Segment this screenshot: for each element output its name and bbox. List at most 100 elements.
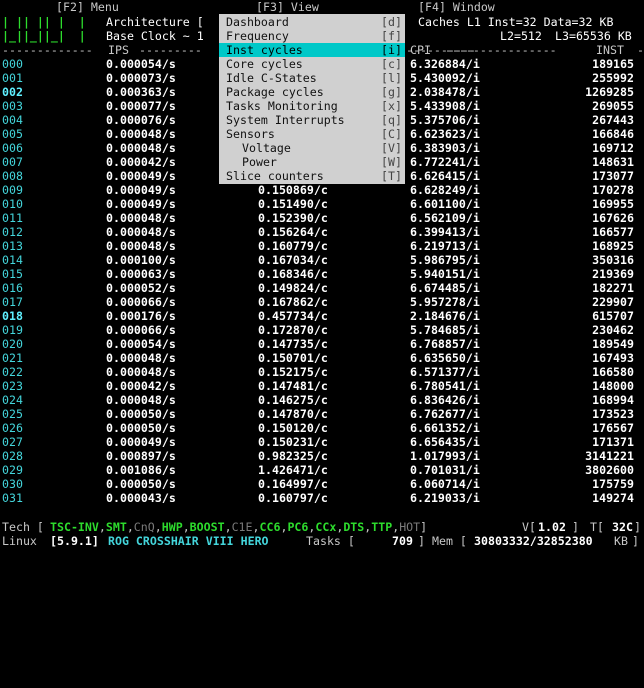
ips-value: 0.000176/s [106, 309, 176, 323]
tech-flag: TSC-INV [50, 520, 99, 534]
view-menu-item-shortcut: [g] [381, 85, 402, 99]
view-menu-item[interactable]: Dashboard [d] [219, 15, 405, 29]
tech-flag: HWP [161, 520, 183, 534]
ips-value: 0.000100/s [106, 253, 176, 267]
view-menu-item-shortcut: [T] [381, 169, 402, 183]
ipc-value: 0.167862/c [258, 295, 328, 309]
table-row: 018 0.000176/s 0.457734/c 2.184676/i 615707 [0, 309, 644, 323]
view-menu-item[interactable]: Package cycles [g] [219, 85, 405, 99]
view-menu-item[interactable]: System Interrupts [q] [219, 113, 405, 127]
cpu-id: 028 [2, 449, 23, 463]
table-row: 029 0.001086/s 1.426471/c 0.701031/i 3802600 [0, 463, 644, 477]
cpi-value: 5.957278/i [410, 295, 480, 309]
view-menu-item-shortcut: [i] [381, 43, 402, 57]
menu-f4-window[interactable]: [F4] Window [418, 0, 495, 14]
ips-value: 0.000050/s [106, 421, 176, 435]
ips-value: 0.000897/s [106, 449, 176, 463]
cpi-value: 6.661352/i [410, 421, 480, 435]
tech-flag: PC6 [287, 520, 309, 534]
view-menu-item-label: Package cycles [226, 85, 324, 99]
ipc-value: 0.150231/c [258, 435, 328, 449]
ips-value: 0.000049/s [106, 435, 176, 449]
table-row: 020 0.000054/s 0.147735/c 6.768857/i 189549 [0, 337, 644, 351]
ipc-value: 0.152175/c [258, 365, 328, 379]
tech-flag: BOOST [189, 520, 225, 534]
ipc-value: 0.164997/c [258, 477, 328, 491]
ipc-value: 0.160797/c [258, 491, 328, 505]
inst-value: 176567 [592, 421, 634, 435]
table-row: 019 0.000066/s 0.172870/c 5.784685/i 230462 [0, 323, 644, 337]
view-menu-item-label: Dashboard [226, 15, 289, 29]
view-menu-item[interactable]: Sensors [C] [219, 127, 405, 141]
ips-value: 0.000052/s [106, 281, 176, 295]
cpu-id: 014 [2, 253, 23, 267]
view-menu-item[interactable]: Inst cycles [i] [219, 43, 405, 57]
ipc-value: 0.457734/c [258, 309, 328, 323]
ips-value: 0.000066/s [106, 295, 176, 309]
tech-separator: , [154, 520, 162, 534]
cpu-id: 005 [2, 127, 23, 141]
cpi-value: 6.601100/i [410, 197, 480, 211]
cpi-value: 6.326884/i [410, 57, 480, 71]
caches-info: Caches L1 Inst=32 Data=32 KB [418, 15, 614, 29]
cpi-value: 6.762677/i [410, 407, 480, 421]
os-label: Linux [2, 534, 37, 548]
cpi-value: 6.635650/i [410, 351, 480, 365]
view-menu-item[interactable]: Frequency [f] [219, 29, 405, 43]
architecture-label: Architecture [ [106, 15, 204, 29]
ips-value: 0.000048/s [106, 127, 176, 141]
ips-value: 0.000077/s [106, 99, 176, 113]
cpu-id: 016 [2, 281, 23, 295]
cpi-value: 5.375706/i [410, 113, 480, 127]
cpi-value: 5.940151/i [410, 267, 480, 281]
inst-value: 267443 [592, 113, 634, 127]
ipc-value: 0.147735/c [258, 337, 328, 351]
view-menu-item[interactable]: Core cycles [c] [219, 57, 405, 71]
inst-value: 255992 [592, 71, 634, 85]
ipc-value: 0.150120/c [258, 421, 328, 435]
inst-value: 189549 [592, 337, 634, 351]
cpu-id: 018 [2, 309, 23, 323]
view-menu[interactable]: Dashboard [d] Frequency [f] Inst cycles [i] Co… [219, 14, 405, 184]
view-menu-item[interactable]: Idle C-States [l] [219, 71, 405, 85]
view-menu-item[interactable]: Voltage [V] [219, 141, 405, 155]
view-menu-item-label: Inst cycles [226, 43, 303, 57]
table-row: 031 0.000043/s 0.160797/c 6.219033/i 149274 [0, 491, 644, 505]
view-menu-item-shortcut: [d] [381, 15, 402, 29]
view-menu-item[interactable]: Slice counters [T] [219, 169, 405, 183]
cpu-id: 003 [2, 99, 23, 113]
ipc-value: 0.152390/c [258, 211, 328, 225]
inst-value: 175759 [592, 477, 634, 491]
cpi-value: 6.674485/i [410, 281, 480, 295]
ipc-value: 0.156264/c [258, 225, 328, 239]
tech-flag: HOT [399, 520, 421, 534]
cpi-value: 6.571377/i [410, 365, 480, 379]
ips-value: 0.000042/s [106, 155, 176, 169]
view-menu-item[interactable]: Tasks Monitoring [x] [219, 99, 405, 113]
inst-value: 182271 [592, 281, 634, 295]
view-menu-item-label: Sensors [226, 127, 275, 141]
cpi-value: 5.433908/i [410, 99, 480, 113]
inst-value: 189165 [592, 57, 634, 71]
col-ips: IPS [108, 43, 129, 57]
ips-value: 0.000049/s [106, 183, 176, 197]
core-bars-icon-2: |_||_||_| | [2, 29, 86, 43]
menu-f2[interactable]: [F2] Menu [56, 0, 119, 14]
cpi-value: 2.038478/i [410, 85, 480, 99]
cpi-value: 6.836426/i [410, 393, 480, 407]
cpu-id: 001 [2, 71, 23, 85]
view-menu-item-shortcut: [f] [381, 29, 402, 43]
table-row: 012 0.000048/s 0.156264/c 6.399413/i 166577 [0, 225, 644, 239]
tech-separator: , [182, 520, 190, 534]
menu-f3-view[interactable]: [F3] View [256, 0, 319, 14]
cpi-value: 6.399413/i [410, 225, 480, 239]
ips-value: 0.000076/s [106, 113, 176, 127]
inst-value: 167493 [592, 351, 634, 365]
tech-status-bar: Tech [ TSC-INV,SMT,CnQ,HWP,BOOST,C1E,CC6… [2, 520, 641, 534]
tech-flag: CnQ [133, 520, 155, 534]
ipc-value: 0.982325/c [258, 449, 328, 463]
cpu-id: 000 [2, 57, 23, 71]
inst-value: 350316 [592, 253, 634, 267]
view-menu-item-label: Idle C-States [226, 71, 317, 85]
view-menu-item[interactable]: Power [W] [219, 155, 405, 169]
